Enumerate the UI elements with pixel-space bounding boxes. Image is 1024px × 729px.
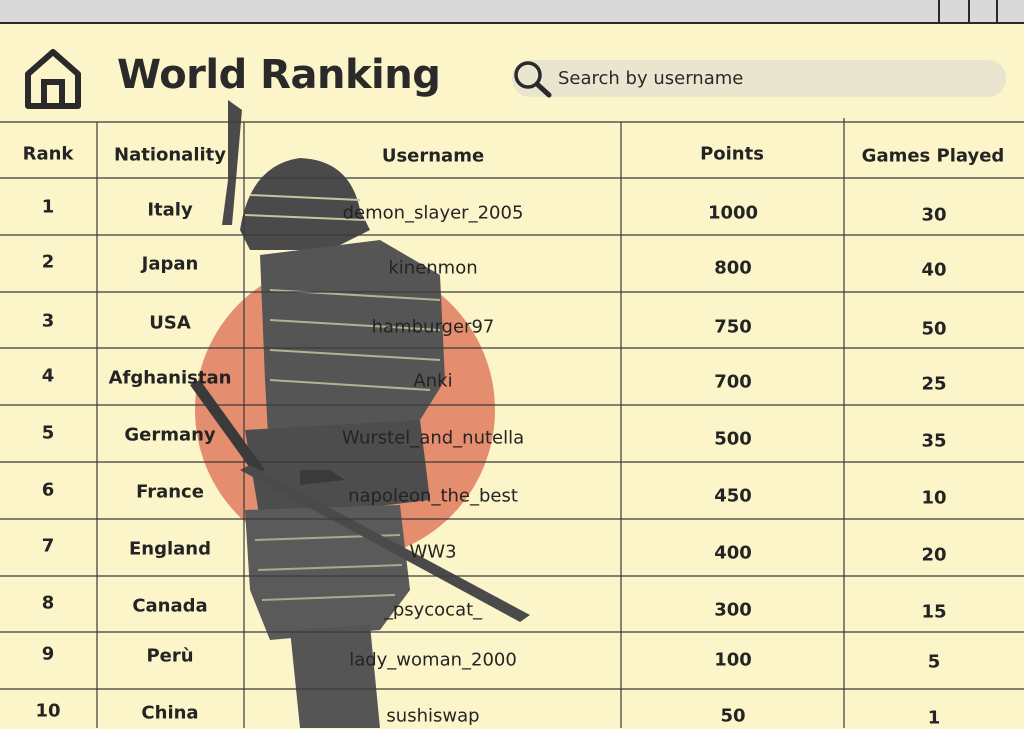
username-cell[interactable]: demon_slayer_2005 xyxy=(343,203,524,224)
username-cell[interactable]: napoleon_the_best xyxy=(348,486,518,507)
points-cell: 300 xyxy=(714,599,752,621)
username-cell[interactable]: Anki xyxy=(413,371,452,392)
username-cell[interactable]: hamburger97 xyxy=(372,317,495,338)
rank-cell: 5 xyxy=(41,422,55,444)
games-played-cell: 10 xyxy=(921,487,947,509)
red-sun-shape xyxy=(195,260,495,560)
column-header-games-played[interactable]: Games Played xyxy=(862,146,1005,167)
games-played-cell: 40 xyxy=(921,259,947,281)
nationality-cell: Italy xyxy=(147,199,193,221)
window-control-button[interactable] xyxy=(938,0,968,24)
search-icon[interactable] xyxy=(510,58,554,100)
points-cell: 700 xyxy=(714,371,752,393)
search-bar[interactable]: Search by username xyxy=(510,58,1006,100)
games-played-cell: 5 xyxy=(927,651,941,673)
nationality-cell: Afghanistan xyxy=(108,367,232,389)
nationality-cell: Canada xyxy=(132,595,208,617)
nationality-cell: Japan xyxy=(141,253,199,275)
points-cell: 500 xyxy=(714,428,752,450)
rank-cell: 1 xyxy=(41,196,55,218)
points-cell: 50 xyxy=(720,705,746,727)
home-icon[interactable] xyxy=(24,48,82,110)
column-header-rank[interactable]: Rank xyxy=(23,144,74,165)
rank-cell: 2 xyxy=(41,251,55,273)
nationality-cell: USA xyxy=(149,312,191,334)
games-played-cell: 50 xyxy=(921,318,947,340)
nationality-cell: Germany xyxy=(124,424,216,446)
games-played-cell: 20 xyxy=(921,544,947,566)
rank-cell: 10 xyxy=(35,700,61,722)
username-cell[interactable]: WW3 xyxy=(409,542,456,563)
search-input[interactable]: Search by username xyxy=(558,68,743,89)
nationality-cell: Perù xyxy=(146,645,194,667)
username-cell[interactable]: Wurstel_and_nutella xyxy=(342,428,524,449)
points-cell: 450 xyxy=(714,485,752,507)
page-title: World Ranking xyxy=(117,52,441,98)
username-cell[interactable]: kinenmon xyxy=(388,258,477,279)
nationality-cell: China xyxy=(141,702,199,724)
rank-cell: 6 xyxy=(41,479,55,501)
username-cell[interactable]: _psycocat_ xyxy=(384,600,482,621)
points-cell: 800 xyxy=(714,257,752,279)
column-header-nationality[interactable]: Nationality xyxy=(114,145,226,166)
rank-cell: 8 xyxy=(41,592,55,614)
ranking-table-grid xyxy=(0,118,1024,728)
points-cell: 750 xyxy=(714,316,752,338)
column-header-username[interactable]: Username xyxy=(382,146,484,167)
games-played-cell: 30 xyxy=(921,204,947,226)
rank-cell: 3 xyxy=(41,310,55,332)
username-cell[interactable]: sushiswap xyxy=(386,706,479,727)
games-played-cell: 1 xyxy=(927,707,941,729)
username-cell[interactable]: lady_woman_2000 xyxy=(349,650,517,671)
window-control-button[interactable] xyxy=(996,0,1024,24)
games-played-cell: 35 xyxy=(921,430,947,452)
nationality-cell: France xyxy=(136,481,204,503)
points-cell: 100 xyxy=(714,649,752,671)
points-cell: 400 xyxy=(714,542,752,564)
window-titlebar xyxy=(0,0,1024,24)
points-cell: 1000 xyxy=(707,202,759,224)
rank-cell: 9 xyxy=(41,643,55,665)
games-played-cell: 15 xyxy=(921,601,947,623)
samurai-illustration xyxy=(190,100,530,728)
nationality-cell: England xyxy=(128,538,212,560)
games-played-cell: 25 xyxy=(921,373,947,395)
rank-cell: 4 xyxy=(41,365,55,387)
rank-cell: 7 xyxy=(41,535,55,557)
window-control-button[interactable] xyxy=(968,0,996,24)
column-header-points[interactable]: Points xyxy=(700,144,764,165)
